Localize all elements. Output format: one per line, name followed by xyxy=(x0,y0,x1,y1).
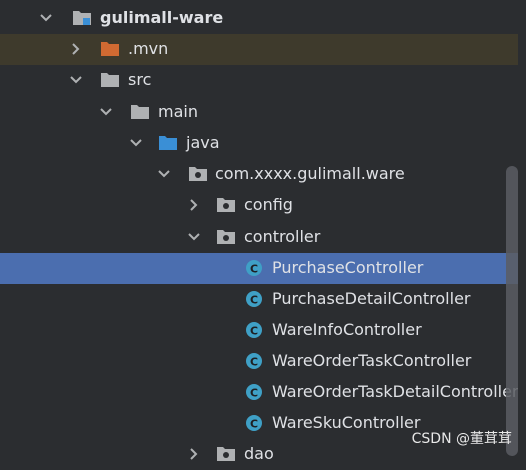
tree-item-label: WareInfoController xyxy=(272,320,422,339)
chevron-down-icon[interactable] xyxy=(38,10,54,26)
class-icon: C xyxy=(244,321,264,339)
project-tree: gulimall-ware .mvn src main java com.xxx… xyxy=(0,0,526,463)
tree-item-gulimall-ware[interactable]: gulimall-ware xyxy=(0,3,518,34)
class-icon: C xyxy=(244,414,264,432)
chevron-right-icon[interactable] xyxy=(186,446,202,462)
chevron-down-icon[interactable] xyxy=(128,135,144,151)
tree-item-label: config xyxy=(244,195,293,214)
class-icon: C xyxy=(244,352,264,370)
svg-text:C: C xyxy=(250,263,258,276)
chevron-down-icon[interactable] xyxy=(156,166,172,182)
package-icon xyxy=(216,228,236,246)
tree-item-main[interactable]: main xyxy=(0,97,518,128)
watermark: CSDN @董茸茸 xyxy=(411,431,512,447)
folder-icon xyxy=(130,103,150,121)
package-icon xyxy=(216,196,236,214)
tree-item-src[interactable]: src xyxy=(0,65,518,96)
tree-item-label: WareOrderTaskDetailController xyxy=(272,382,518,401)
svg-text:C: C xyxy=(250,356,258,369)
tree-item-label: WareSkuController xyxy=(272,413,421,432)
tree-item-label: java xyxy=(186,133,220,152)
tree-item-package-root[interactable]: com.xxxx.gulimall.ware xyxy=(0,159,518,190)
tree-item-label: com.xxxx.gulimall.ware xyxy=(215,164,405,183)
tree-item-label: main xyxy=(158,102,198,121)
class-icon: C xyxy=(244,290,264,308)
tree-item-label: PurchaseDetailController xyxy=(272,289,471,308)
tree-item-purchase-detail-controller[interactable]: C PurchaseDetailController xyxy=(0,284,518,315)
folder-icon xyxy=(100,71,120,89)
tree-item-ware-order-task-controller[interactable]: C WareOrderTaskController xyxy=(0,346,518,377)
tree-item-ware-order-task-detail-controller[interactable]: C WareOrderTaskDetailController xyxy=(0,377,518,408)
tree-item-label: gulimall-ware xyxy=(100,8,224,27)
chevron-down-icon[interactable] xyxy=(186,229,202,245)
tree-item-label: WareOrderTaskController xyxy=(272,351,472,370)
vertical-scrollbar[interactable] xyxy=(506,166,518,456)
tree-item-ware-info-controller[interactable]: C WareInfoController xyxy=(0,315,518,346)
chevron-right-icon[interactable] xyxy=(68,41,84,57)
module-folder-icon xyxy=(72,9,92,27)
package-icon xyxy=(188,165,208,183)
tree-item-controller[interactable]: controller xyxy=(0,222,518,253)
tree-item-java[interactable]: java xyxy=(0,128,518,159)
tree-item-label: PurchaseController xyxy=(272,258,424,277)
excluded-folder-icon xyxy=(100,40,120,58)
tree-item-purchase-controller[interactable]: C PurchaseController xyxy=(0,253,518,284)
tree-item-label: dao xyxy=(244,444,274,463)
svg-text:C: C xyxy=(250,294,258,307)
tree-item-config[interactable]: config xyxy=(0,190,518,221)
svg-text:C: C xyxy=(250,387,258,400)
chevron-down-icon[interactable] xyxy=(98,104,114,120)
source-folder-icon xyxy=(158,134,178,152)
chevron-down-icon[interactable] xyxy=(68,72,84,88)
chevron-right-icon[interactable] xyxy=(186,197,202,213)
tree-item-mvn[interactable]: .mvn xyxy=(0,34,518,65)
svg-text:C: C xyxy=(250,325,258,338)
class-icon: C xyxy=(244,259,264,277)
svg-text:C: C xyxy=(250,418,258,431)
tree-item-label: controller xyxy=(244,227,321,246)
tree-item-label: src xyxy=(128,70,152,89)
package-icon xyxy=(216,445,236,463)
tree-item-label: .mvn xyxy=(128,39,169,58)
class-icon: C xyxy=(244,383,264,401)
